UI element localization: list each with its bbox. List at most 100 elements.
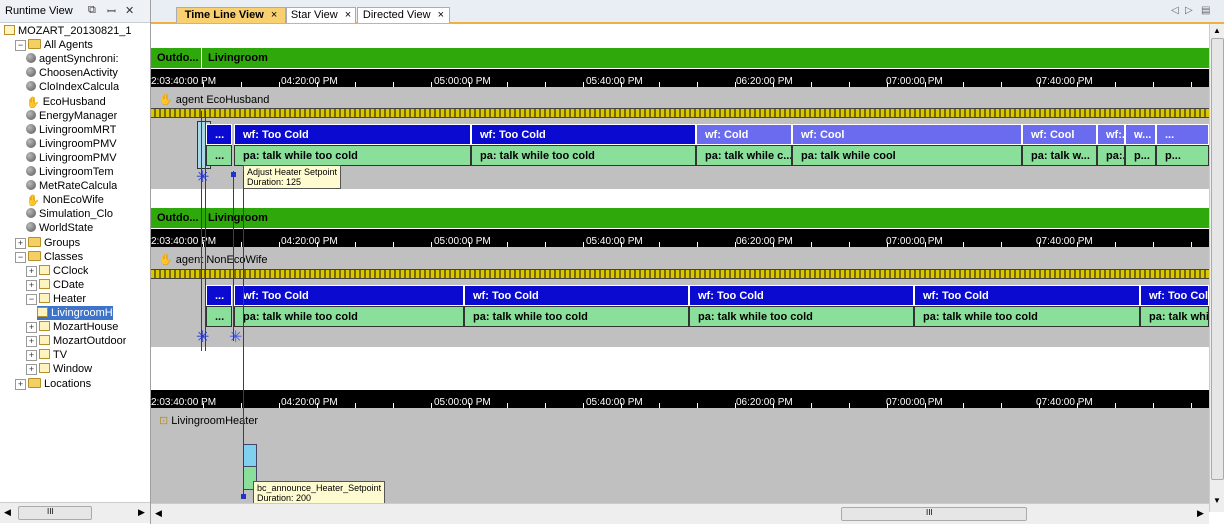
planned-activity-block[interactable]: pa: talk while too cold	[464, 306, 689, 327]
tab-time-line-view[interactable]: Time Line View ×	[176, 7, 286, 23]
expand-icon[interactable]: +	[26, 350, 37, 362]
planned-activity-block[interactable]: ...	[206, 306, 232, 327]
planned-activity-block[interactable]: pa: talk whi	[1140, 306, 1209, 327]
expand-icon[interactable]: +	[15, 378, 26, 390]
tab-menu-icon[interactable]: ▤	[1201, 5, 1210, 16]
tree-hscrollbar[interactable]: ◀ III ▶	[0, 502, 150, 523]
main-hscroll-thumb[interactable]: III	[841, 507, 1027, 521]
planned-activity-block[interactable]: pa:...	[1097, 145, 1125, 166]
location-outdoor[interactable]: Outdo...	[157, 208, 199, 228]
world-fact-block[interactable]: wf: Cool	[1022, 124, 1097, 145]
tab-close-icon[interactable]: ×	[271, 9, 277, 21]
tree-item[interactable]: WorldState	[26, 221, 93, 235]
timeline-canvas[interactable]: Outdo... Livingroom 2:03:40:00 PM 04:20:0…	[151, 24, 1209, 512]
tree-item[interactable]: LivingroomPMV	[26, 137, 117, 151]
collapse-icon[interactable]: −	[15, 40, 26, 52]
tree-item[interactable]: + CDate	[26, 278, 84, 292]
world-fact-block[interactable]: wf: Too Col	[1140, 285, 1209, 306]
location-outdoor[interactable]: Outdo...	[157, 48, 199, 68]
tree-item[interactable]: ChoosenActivity	[26, 66, 118, 80]
tree-item[interactable]: − Heater	[26, 292, 86, 306]
tree-item[interactable]: + MozartHouse	[26, 320, 118, 334]
world-fact-block[interactable]: ...	[206, 124, 232, 145]
tree-item[interactable]: LivingroomMRT	[26, 123, 116, 137]
world-fact-block[interactable]: wf: Too Cold	[234, 285, 464, 306]
agent-noneco-wife-label[interactable]: ✋ agent NonEcoWife	[159, 253, 267, 266]
planned-activity-block[interactable]: ...	[206, 145, 232, 166]
planned-activity-block[interactable]: pa: talk while cool	[792, 145, 1022, 166]
main-vscroll-thumb[interactable]	[1211, 38, 1224, 480]
collapse-icon[interactable]: −	[15, 251, 26, 263]
tree-item[interactable]: + MozartOutdoor	[26, 334, 126, 348]
planned-activity-block[interactable]: pa: talk while too cold	[689, 306, 914, 327]
world-fact-block[interactable]: wf: Too Cold	[914, 285, 1140, 306]
tree-item[interactable]: ✋ NonEcoWife	[26, 193, 104, 207]
tab-scroll-left-icon[interactable]: ◁	[1171, 5, 1179, 16]
expand-icon[interactable]: +	[26, 265, 37, 277]
expand-icon[interactable]: +	[26, 322, 37, 334]
world-fact-block[interactable]: wf:...	[1097, 124, 1125, 145]
main-hscrollbar[interactable]: ◀ III ▶	[151, 503, 1209, 524]
tree-item[interactable]: − All Agents	[15, 38, 93, 52]
scroll-right-icon[interactable]: ▶	[1197, 508, 1204, 519]
tree-item[interactable]: MetRateCalcula	[26, 179, 117, 193]
world-fact-block[interactable]: wf: Cold	[696, 124, 792, 145]
tab-scroll-right-icon[interactable]: ▷	[1185, 5, 1193, 16]
location-livingroom[interactable]: Livingroom	[201, 48, 268, 68]
agent-ecohusband-label[interactable]: ✋ agent EcoHusband	[159, 93, 269, 106]
world-fact-block[interactable]: wf: Too Cold	[689, 285, 914, 306]
expand-icon[interactable]: +	[15, 237, 26, 249]
restore-icon[interactable]: ⧉	[88, 4, 96, 17]
heater-activity-1[interactable]	[243, 444, 257, 468]
pin-icon[interactable]: ꟷ	[107, 4, 116, 19]
tree-item[interactable]: + Window	[26, 362, 92, 376]
expand-icon[interactable]: +	[26, 336, 37, 348]
planned-activity-block[interactable]: pa: talk while too cold	[234, 306, 464, 327]
planned-activity-block[interactable]: p...	[1156, 145, 1209, 166]
tab-star-view[interactable]: Star View ×	[286, 7, 356, 23]
tab-close-icon[interactable]: ×	[438, 9, 444, 21]
world-fact-block[interactable]: w...	[1125, 124, 1156, 145]
planned-activity-block[interactable]: pa: talk while too cold	[471, 145, 696, 166]
planned-activity-block[interactable]: pa: talk w...	[1022, 145, 1097, 166]
world-fact-block[interactable]: ...	[206, 285, 232, 306]
tree-item[interactable]: agentSynchroni:	[26, 52, 119, 66]
world-fact-block[interactable]: ...	[1156, 124, 1209, 145]
scroll-down-icon[interactable]: ▼	[1213, 496, 1221, 505]
tree-item[interactable]: − Classes	[15, 250, 83, 264]
tree-item[interactable]: ✋ EcoHusband	[26, 95, 106, 109]
tab-directed-view[interactable]: Directed View ×	[357, 7, 450, 23]
world-fact-block[interactable]: wf: Cool	[792, 124, 1022, 145]
event-burst-icon[interactable]: ✳	[196, 167, 209, 187]
tree-item[interactable]: MOZART_20130821_1	[4, 24, 132, 38]
tree-item[interactable]: Simulation_Clo	[26, 207, 113, 221]
planned-activity-block[interactable]: p...	[1125, 145, 1156, 166]
scroll-up-icon[interactable]: ▲	[1213, 26, 1221, 35]
planned-activity-block[interactable]: pa: talk while c...	[696, 145, 792, 166]
world-fact-block[interactable]: wf: Too Cold	[234, 124, 471, 145]
world-fact-block[interactable]: wf: Too Cold	[464, 285, 689, 306]
scroll-right-icon[interactable]: ▶	[138, 507, 145, 518]
tab-close-icon[interactable]: ×	[345, 9, 351, 21]
tree-item[interactable]: CloIndexCalcula	[26, 80, 119, 94]
planned-activity-block[interactable]: pa: talk while too cold	[914, 306, 1140, 327]
tree-item[interactable]: + TV	[26, 348, 67, 362]
event-burst-icon[interactable]: ✳	[196, 327, 209, 347]
scroll-left-icon[interactable]: ◀	[4, 507, 11, 518]
expand-icon[interactable]: +	[26, 364, 37, 376]
collapse-icon[interactable]: −	[26, 293, 37, 305]
tree-item[interactable]: LivingroomH	[37, 306, 113, 320]
event-burst-icon[interactable]: ✳	[229, 327, 242, 347]
tree-item[interactable]: + CClock	[26, 264, 88, 278]
tree-item[interactable]: LivingroomPMV	[26, 151, 117, 165]
planned-activity-block[interactable]: pa: talk while too cold	[234, 145, 471, 166]
expand-icon[interactable]: +	[26, 279, 37, 291]
close-icon[interactable]: ✕	[125, 4, 134, 17]
tree-item[interactable]: + Locations	[15, 377, 91, 391]
tree-item[interactable]: LivingroomTem	[26, 165, 114, 179]
world-fact-block[interactable]: wf: Too Cold	[471, 124, 696, 145]
main-vscrollbar[interactable]: ▲ ▼	[1209, 24, 1224, 512]
tree-item[interactable]: EnergyManager	[26, 109, 117, 123]
location-livingroom[interactable]: Livingroom	[201, 208, 268, 228]
tree-item[interactable]: + Groups	[15, 236, 80, 250]
